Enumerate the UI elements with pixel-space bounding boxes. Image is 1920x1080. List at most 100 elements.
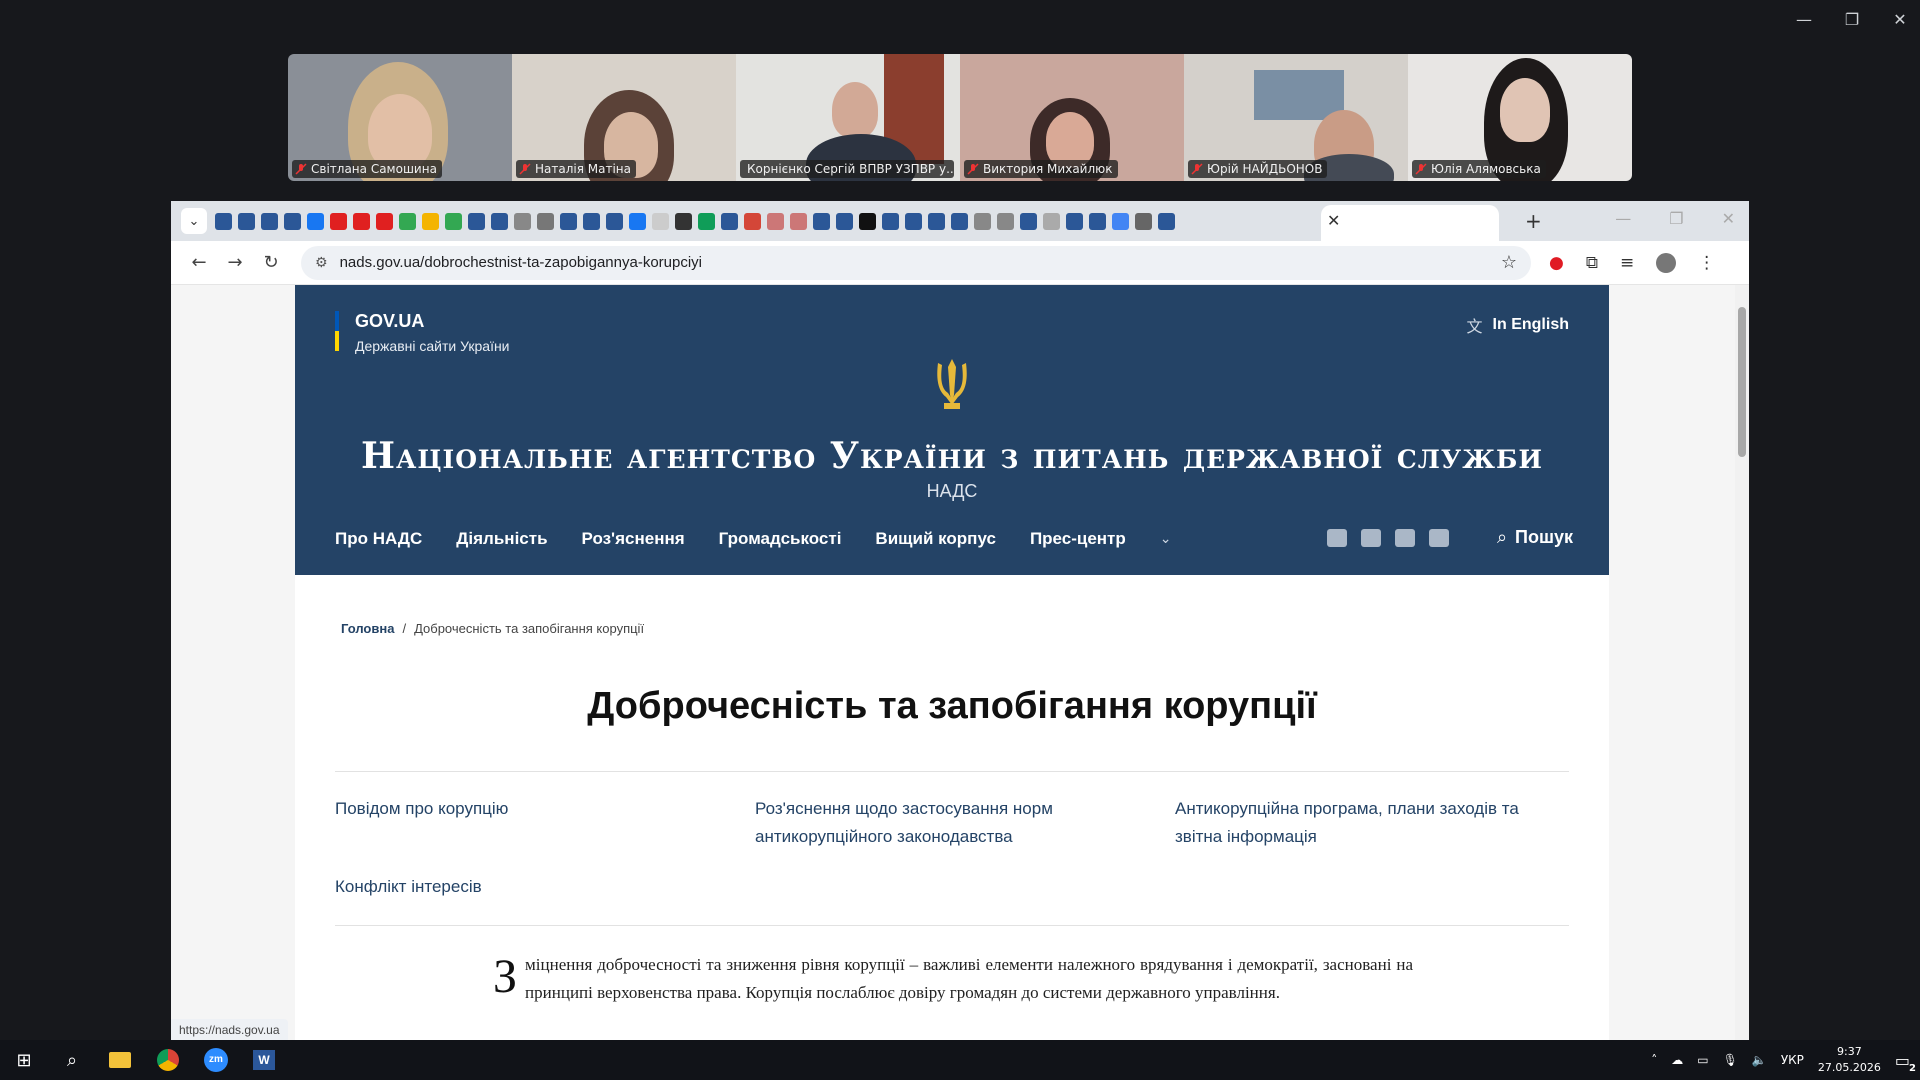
- instagram-icon[interactable]: [1429, 529, 1449, 547]
- pinned-tab-favicon[interactable]: [767, 212, 784, 230]
- pinned-tab-favicon[interactable]: [997, 212, 1014, 230]
- pinned-tab-favicon[interactable]: [1020, 212, 1037, 230]
- pinned-tab-favicon[interactable]: [468, 212, 485, 230]
- pinned-tab-favicon[interactable]: [882, 212, 899, 230]
- pinned-tab-favicon[interactable]: [1135, 212, 1152, 230]
- pinned-tab-favicon[interactable]: [629, 212, 646, 230]
- restore-icon[interactable]: ❐: [1842, 10, 1862, 29]
- nav-item-activity[interactable]: Діяльність: [456, 529, 547, 549]
- gov-ua-logo[interactable]: GOV.UA Державні сайти України: [335, 311, 510, 354]
- forward-icon[interactable]: →: [217, 252, 253, 273]
- language-switch[interactable]: 文 In English: [1467, 313, 1569, 337]
- pinned-tab-favicon[interactable]: [744, 212, 761, 230]
- tab-search-chevron-icon[interactable]: ⌄: [181, 208, 207, 234]
- participant-tile[interactable]: Корнієнко Сергій ВПВР УЗПВР у...: [736, 54, 960, 181]
- file-explorer-icon[interactable]: [96, 1040, 144, 1080]
- pinned-tab-favicon[interactable]: [284, 212, 301, 230]
- pinned-tab-favicon[interactable]: [514, 212, 531, 230]
- opera-extension-icon[interactable]: ●: [1549, 253, 1564, 273]
- breadcrumb-home[interactable]: Головна: [341, 621, 394, 636]
- pinned-tab-favicon[interactable]: [422, 212, 439, 230]
- nav-item-explanations[interactable]: Роз'яснення: [582, 529, 685, 549]
- close-icon[interactable]: ✕: [1890, 10, 1910, 29]
- telegram-icon[interactable]: [1361, 529, 1381, 547]
- pinned-tab-favicon[interactable]: [652, 212, 669, 230]
- volume-icon[interactable]: 🔈: [1752, 1053, 1767, 1067]
- url-text[interactable]: nads.gov.ua/dobrochestnist-ta-zapobigann…: [340, 254, 1489, 271]
- pinned-tab-favicon[interactable]: [215, 212, 232, 230]
- pinned-tab-favicon[interactable]: [238, 212, 255, 230]
- pinned-tab-favicon[interactable]: [353, 212, 370, 230]
- minimize-icon[interactable]: —: [1794, 10, 1814, 29]
- page-scrollbar[interactable]: [1735, 285, 1749, 1041]
- participant-tile[interactable]: Виктория Михайлюк: [960, 54, 1184, 181]
- participant-tile[interactable]: Світлана Самошина: [288, 54, 512, 181]
- pinned-tab-favicon[interactable]: [675, 212, 692, 230]
- pinned-tab-favicon[interactable]: [560, 212, 577, 230]
- pinned-tab-favicon[interactable]: [491, 212, 508, 230]
- back-icon[interactable]: ←: [181, 252, 217, 273]
- restore-icon[interactable]: ❐: [1669, 209, 1683, 228]
- pinned-tab-favicon[interactable]: [698, 212, 715, 230]
- pinned-tab-favicon[interactable]: [1112, 212, 1129, 230]
- pinned-tab-favicon[interactable]: [790, 212, 807, 230]
- pinned-tab-favicon[interactable]: [813, 212, 830, 230]
- language-indicator[interactable]: УКР: [1781, 1053, 1804, 1067]
- profile-avatar-icon[interactable]: [1656, 252, 1677, 273]
- pinned-tab-favicon[interactable]: [1158, 212, 1175, 230]
- windows-start-icon[interactable]: ⊞: [0, 1040, 48, 1080]
- link-anticorruption-program[interactable]: Антикорупційна програма, плани заходів т…: [1175, 795, 1569, 851]
- word-icon[interactable]: W: [240, 1040, 288, 1080]
- scrollbar-thumb[interactable]: [1738, 307, 1746, 457]
- pinned-tab-favicon[interactable]: [376, 212, 393, 230]
- pinned-tab-favicon[interactable]: [836, 212, 853, 230]
- notifications-icon[interactable]: ▭ 2: [1895, 1051, 1916, 1074]
- pinned-tab-favicon[interactable]: [905, 212, 922, 230]
- pinned-tab-favicon[interactable]: [928, 212, 945, 230]
- pinned-tab-favicon[interactable]: [721, 212, 738, 230]
- participant-tile[interactable]: Наталія Матіна: [512, 54, 736, 181]
- minimize-icon[interactable]: —: [1615, 209, 1631, 228]
- pinned-tab-favicon[interactable]: [1043, 212, 1060, 230]
- clock[interactable]: 9:37 27.05.2026: [1818, 1044, 1881, 1076]
- microphone-icon[interactable]: 🎙: [1723, 1053, 1738, 1067]
- pinned-tab-favicon[interactable]: [261, 212, 278, 230]
- pinned-tab-favicon[interactable]: [537, 212, 554, 230]
- close-tab-icon[interactable]: ✕: [1327, 211, 1340, 230]
- participant-tile[interactable]: Юлія Алямовська: [1408, 54, 1632, 181]
- nav-item-senior-corps[interactable]: Вищий корпус: [875, 529, 996, 549]
- media-controls-icon[interactable]: ≡: [1620, 253, 1634, 273]
- zoom-icon[interactable]: zm: [192, 1040, 240, 1080]
- pinned-tab-favicon[interactable]: [330, 212, 347, 230]
- pinned-tab-favicon[interactable]: [859, 212, 876, 230]
- link-conflict-of-interest[interactable]: Конфлікт інтересів: [335, 873, 755, 901]
- nav-item-press-center[interactable]: Прес-центр: [1030, 529, 1126, 549]
- onedrive-icon[interactable]: ☁: [1671, 1053, 1683, 1067]
- search-button[interactable]: ⌕ Пошук: [1497, 527, 1573, 548]
- search-icon[interactable]: ⌕: [48, 1040, 96, 1080]
- pinned-tab-favicon[interactable]: [1089, 212, 1106, 230]
- new-tab-button[interactable]: +: [1525, 209, 1542, 233]
- pinned-tab-favicon[interactable]: [1066, 212, 1083, 230]
- pinned-tab-favicon[interactable]: [307, 212, 324, 230]
- network-icon[interactable]: ▭: [1697, 1053, 1708, 1067]
- nav-item-public[interactable]: Громадськості: [719, 529, 842, 549]
- facebook-icon[interactable]: [1327, 529, 1347, 547]
- nav-more-chevron-icon[interactable]: ⌄: [1160, 531, 1172, 547]
- reload-icon[interactable]: ↻: [253, 252, 289, 273]
- pinned-tab-favicon[interactable]: [606, 212, 623, 230]
- pinned-tab-favicon[interactable]: [445, 212, 462, 230]
- pinned-tab-favicon[interactable]: [583, 212, 600, 230]
- site-info-icon[interactable]: ⚙: [315, 255, 328, 271]
- menu-kebab-icon[interactable]: ⋮: [1698, 253, 1715, 273]
- link-report-corruption[interactable]: Повідом про корупцію: [335, 795, 755, 851]
- pinned-tab-favicon[interactable]: [974, 212, 991, 230]
- chrome-icon[interactable]: [144, 1040, 192, 1080]
- omnibox[interactable]: ⚙ nads.gov.ua/dobrochestnist-ta-zapobiga…: [301, 245, 1531, 280]
- pinned-tab-favicon[interactable]: [951, 212, 968, 230]
- extensions-puzzle-icon[interactable]: ⧉: [1586, 253, 1598, 273]
- youtube-icon[interactable]: [1395, 529, 1415, 547]
- active-tab[interactable]: [1321, 205, 1499, 241]
- close-icon[interactable]: ✕: [1722, 209, 1735, 228]
- pinned-tab-favicon[interactable]: [399, 212, 416, 230]
